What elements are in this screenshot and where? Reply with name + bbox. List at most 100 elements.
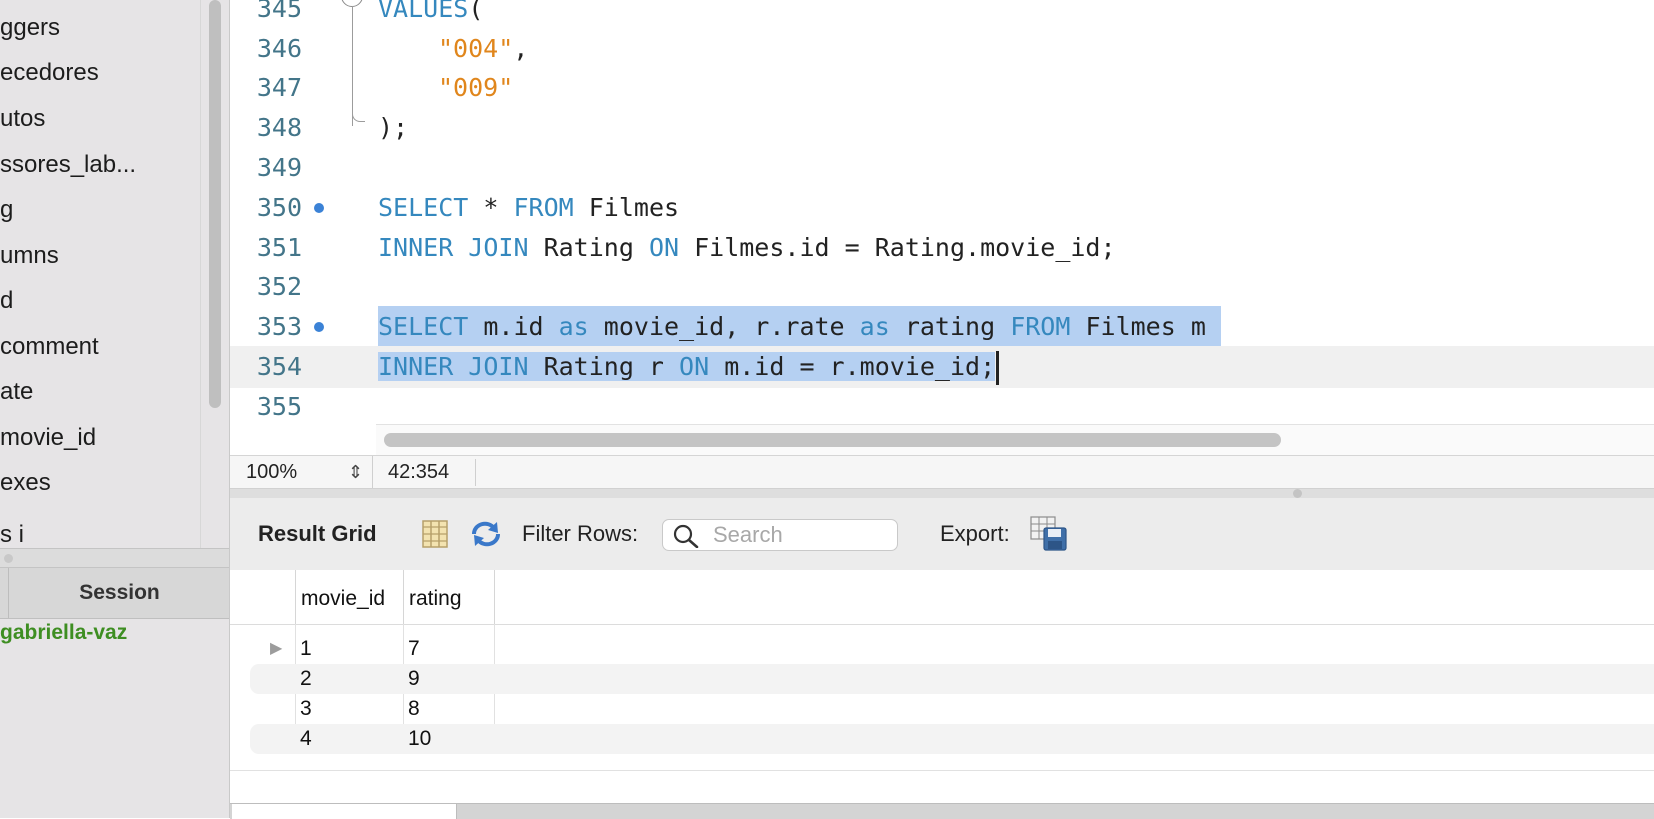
search-icon	[673, 524, 699, 548]
tree-item-indexes[interactable]: exes	[0, 463, 51, 503]
zoom-stepper-icon[interactable]: ⇕	[348, 456, 363, 489]
session-column-header[interactable]: Session	[10, 568, 229, 618]
tree-item-movie-id[interactable]: movie_id	[0, 418, 96, 458]
session-user: gabriella-vaz	[0, 621, 128, 644]
cell-movie-id[interactable]: 1	[295, 634, 312, 664]
code-line-354[interactable]: 354 INNER JOIN Rating r ON m.id = r.movi…	[230, 346, 1654, 388]
column-header-rating[interactable]: rating	[403, 570, 495, 624]
code-text: "009"	[438, 67, 513, 109]
code-line-353[interactable]: 353 SELECT m.id as movie_id, r.rate as r…	[230, 306, 1654, 348]
split-dot-icon	[1293, 489, 1302, 498]
statement-marker-icon[interactable]	[314, 203, 324, 213]
tree-item-partial[interactable]: s i	[0, 515, 24, 548]
cursor-position: 42:354	[388, 461, 450, 483]
tree-item-produtos[interactable]: utos	[0, 99, 45, 139]
sql-keyword: INNER JOIN	[378, 233, 529, 262]
sidebar-split-handle[interactable]	[0, 548, 229, 568]
selected-code-text: SELECT m.id as movie_id, r.rate as ratin…	[378, 306, 1221, 348]
tree-item-id[interactable]: d	[0, 281, 13, 321]
schema-sidebar: ggers ecedores utos ssores_lab... g umns…	[0, 0, 230, 818]
sql-keyword: SELECT	[378, 312, 469, 341]
code-text: "004",	[438, 28, 528, 70]
cell-movie-id[interactable]: 2	[295, 664, 312, 694]
tree-item-fornecedores[interactable]: ecedores	[0, 53, 99, 93]
split-dot-icon	[4, 554, 13, 563]
session-header-left-cell	[0, 568, 9, 618]
filter-search-input[interactable]	[713, 520, 893, 550]
editor-horizontal-scrollbar[interactable]	[376, 424, 1654, 455]
column-header-movie-id[interactable]: movie_id	[295, 570, 403, 624]
sql-keyword: VALUES	[378, 0, 469, 23]
refresh-icon[interactable]	[470, 520, 502, 548]
cell-rating[interactable]: 7	[403, 634, 420, 664]
sidebar-scroll-thumb[interactable]	[209, 0, 221, 408]
code-punct: );	[378, 113, 409, 142]
code-token: movie_id, r.rate	[588, 312, 860, 341]
code-token: *	[468, 193, 514, 222]
selected-code-text: INNER JOIN Rating r ON m.id = r.movie_id…	[378, 352, 996, 381]
editor-scroll-thumb[interactable]	[384, 433, 1281, 447]
code-line-345[interactable]: 345 − VALUES(	[230, 0, 1654, 126]
code-line-350[interactable]: 350 SELECT * FROM Filmes	[230, 187, 1654, 229]
cell-movie-id[interactable]: 4	[295, 724, 312, 754]
tree-item-columns[interactable]: umns	[0, 236, 59, 276]
code-punct: ,	[513, 34, 529, 63]
row-stripe	[250, 724, 1654, 754]
code-line-351[interactable]: 351 INNER JOIN Rating ON Filmes.id = Rat…	[230, 227, 1654, 269]
filter-rows-label: Filter Rows:	[522, 521, 639, 546]
grid-bottom-border	[230, 770, 1654, 771]
code-line-348[interactable]: 348 );	[230, 103, 1654, 149]
result-tabs-bar	[230, 803, 1654, 819]
cell-rating[interactable]: 9	[403, 664, 420, 694]
tree-item-comment[interactable]: comment	[0, 327, 99, 367]
export-label: Export:	[940, 521, 1010, 546]
tree-item-triggers[interactable]: ggers	[0, 8, 60, 48]
sql-keyword: as	[859, 312, 890, 341]
fold-end-guide	[352, 103, 365, 122]
zoom-control[interactable]: 100% ⇕	[230, 456, 373, 489]
code-token: Filmes m	[1070, 312, 1221, 341]
row-stripe	[250, 664, 1654, 694]
cell-rating[interactable]: 10	[403, 724, 431, 754]
sql-string: "009"	[438, 73, 514, 102]
sidebar-scrollbar[interactable]	[200, 0, 229, 548]
table-row[interactable]: 3 8	[230, 694, 1654, 724]
table-row[interactable]: 2 9	[230, 664, 1654, 694]
zoom-value[interactable]: 100%	[246, 456, 297, 489]
code-line-352[interactable]: 352	[230, 266, 1654, 308]
sql-keyword: ON	[648, 233, 680, 262]
table-row[interactable]: 4 10	[230, 724, 1654, 754]
sql-keyword: FROM	[513, 193, 574, 222]
code-token: Rating r	[528, 352, 680, 381]
code-line-346[interactable]: 346 "004",	[230, 28, 1654, 70]
sql-keyword: as	[558, 312, 589, 341]
result-grid[interactable]: movie_id rating ▶ 1 7 2 9 3 8 4 10	[230, 570, 1654, 803]
line-number: 348	[256, 113, 302, 142]
session-panel-header[interactable]: Session	[0, 567, 229, 619]
code-token: m.id = r.movie_id;	[709, 352, 996, 381]
filter-search-box[interactable]	[662, 519, 898, 551]
line-number: 351	[256, 233, 302, 262]
sql-editor[interactable]: 345 − VALUES( 346 "004", 347 "009" 348 )…	[230, 0, 1654, 455]
code-line-355[interactable]: 355	[230, 386, 1654, 428]
sql-keyword: ON	[679, 352, 710, 381]
cell-movie-id[interactable]: 3	[295, 694, 312, 724]
grid-columns-icon[interactable]	[422, 520, 448, 548]
line-number: 345	[256, 0, 302, 23]
result-tab[interactable]	[232, 804, 457, 819]
code-line-349[interactable]: 349	[230, 147, 1654, 189]
code-line-347[interactable]: 347 "009"	[230, 67, 1654, 109]
cell-rating[interactable]: 8	[403, 694, 420, 724]
code-token: Rating	[528, 233, 649, 262]
line-number: 355	[256, 392, 302, 421]
sql-string: "004"	[438, 34, 514, 63]
export-save-icon[interactable]	[1030, 516, 1068, 552]
tree-item-rating[interactable]: g	[0, 190, 13, 230]
tree-item-professores-lab[interactable]: ssores_lab...	[0, 145, 136, 185]
code-text: INNER JOIN Rating ON Filmes.id = Rating.…	[378, 227, 1116, 269]
sql-keyword: INNER JOIN	[378, 352, 529, 381]
table-row[interactable]: ▶ 1 7	[230, 634, 1654, 664]
results-toolbar: Result Grid Filter Rows: Export:	[230, 498, 1654, 571]
statement-marker-icon[interactable]	[314, 322, 324, 332]
tree-item-rate[interactable]: ate	[0, 372, 33, 412]
